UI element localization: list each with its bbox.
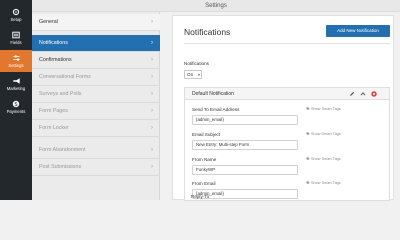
chevron-right-icon: › (151, 147, 153, 153)
smart-tags-label: Show Smart Tags (311, 107, 341, 111)
subnav-item-general[interactable]: General › (32, 14, 160, 31)
subnav-label: General (39, 19, 58, 25)
admin-rail: Setup Fields Settings Marketing $ Paymen… (0, 0, 32, 200)
chevron-right-icon: › (151, 40, 153, 46)
rail-label: Marketing (6, 86, 26, 91)
notification-title: Default Notification (192, 91, 234, 97)
notifications-panel: Notifications Add New Notification Notif… (172, 15, 394, 201)
smart-tags-label: Show Smart Tags (311, 132, 341, 136)
smart-tags-label: Show Smart Tags (311, 181, 341, 185)
subnav-item-conversational-forms[interactable]: Conversational Forms › (32, 69, 160, 86)
chevron-right-icon: › (151, 91, 153, 97)
subnav-label: Notifications (39, 40, 68, 46)
rail-item-marketing[interactable]: Marketing (0, 73, 32, 95)
tag-icon (306, 132, 310, 136)
subnav-label: Form Locker (39, 125, 69, 131)
megaphone-icon (11, 77, 21, 85)
chevron-right-icon: › (151, 108, 153, 114)
chevron-right-icon: › (151, 19, 153, 25)
subnav-label: Form Pages (39, 108, 68, 114)
chevron-right-icon: › (151, 125, 153, 131)
add-notification-button[interactable]: Add New Notification (326, 25, 390, 37)
svg-text:$: $ (15, 102, 18, 108)
rail-label: Fields (10, 40, 22, 45)
rail-label: Setup (10, 17, 22, 22)
subnav-label: Form Abandonment (39, 147, 86, 153)
send-to-email-field[interactable]: {admin_email} (192, 115, 298, 125)
subnav-label: Post Submissions (39, 164, 82, 170)
tag-icon (306, 107, 310, 111)
from-email-label: From Email (192, 181, 216, 186)
rail-item-payments[interactable]: $ Payments (0, 96, 32, 118)
from-name-field[interactable]: FunkyWP (192, 165, 298, 175)
chevron-right-icon: › (151, 164, 153, 170)
rail-item-setup[interactable]: Setup (0, 4, 32, 26)
subnav-label: Conversational Forms (39, 74, 91, 80)
notification-card: Default Notification Send To Email Addre… (184, 87, 390, 201)
subnav-item-post-submissions[interactable]: Post Submissions › (32, 159, 160, 176)
subnav-item-surveys-and-polls[interactable]: Surveys and Polls › (32, 86, 160, 103)
tag-icon (306, 157, 310, 161)
chevron-right-icon: › (151, 74, 153, 80)
page-header: Settings (32, 0, 400, 12)
subnav-item-notifications[interactable]: Notifications › (32, 35, 160, 52)
dollar-icon: $ (11, 100, 21, 108)
smart-tags-label: Show Smart Tags (311, 157, 341, 161)
send-to-email-label: Send To Email Address (192, 107, 240, 112)
email-subject-field[interactable]: New Entry: Multi-step Form (192, 140, 298, 150)
chevron-up-icon[interactable] (360, 91, 366, 97)
divider (184, 43, 390, 44)
tag-icon (306, 181, 310, 185)
rail-label: Payments (6, 109, 26, 114)
email-subject-label: Email Subject (192, 132, 221, 137)
show-smart-tags-link[interactable]: Show Smart Tags (306, 181, 341, 185)
subnav-item-form-abandonment[interactable]: Form Abandonment › (32, 142, 160, 159)
page-title: Notifications (184, 27, 231, 37)
chevron-down-icon: ▾ (197, 72, 200, 77)
reply-to-label: Reply-To (191, 194, 210, 199)
rail-item-fields[interactable]: Fields (0, 27, 32, 49)
from-name-label: From Name (192, 157, 217, 162)
notification-header[interactable]: Default Notification (185, 88, 389, 100)
notifications-select[interactable]: On ▾ (184, 70, 202, 79)
rail-label: Settings (8, 63, 24, 68)
gear-icon (11, 8, 21, 16)
chevron-right-icon: › (151, 57, 153, 63)
subnav-item-confirmations[interactable]: Confirmations › (32, 52, 160, 69)
fields-icon (11, 31, 21, 39)
rail-item-settings[interactable]: Settings (0, 50, 32, 72)
subnav-label: Surveys and Polls (39, 91, 82, 97)
close-icon[interactable] (371, 91, 377, 97)
settings-subnav: General › Notifications › Confirmations … (32, 12, 160, 200)
edit-icon[interactable] (349, 91, 355, 97)
subnav-item-form-pages[interactable]: Form Pages › (32, 103, 160, 120)
sliders-icon (11, 54, 21, 62)
select-value: On (187, 72, 194, 77)
subnav-item-form-locker[interactable]: Form Locker › (32, 120, 160, 137)
show-smart-tags-link[interactable]: Show Smart Tags (306, 132, 341, 136)
subnav-label: Confirmations (39, 57, 72, 63)
notifications-toggle-label: Notifications (184, 61, 210, 66)
show-smart-tags-link[interactable]: Show Smart Tags (306, 157, 341, 161)
header-title: Settings (205, 3, 227, 9)
show-smart-tags-link[interactable]: Show Smart Tags (306, 107, 341, 111)
